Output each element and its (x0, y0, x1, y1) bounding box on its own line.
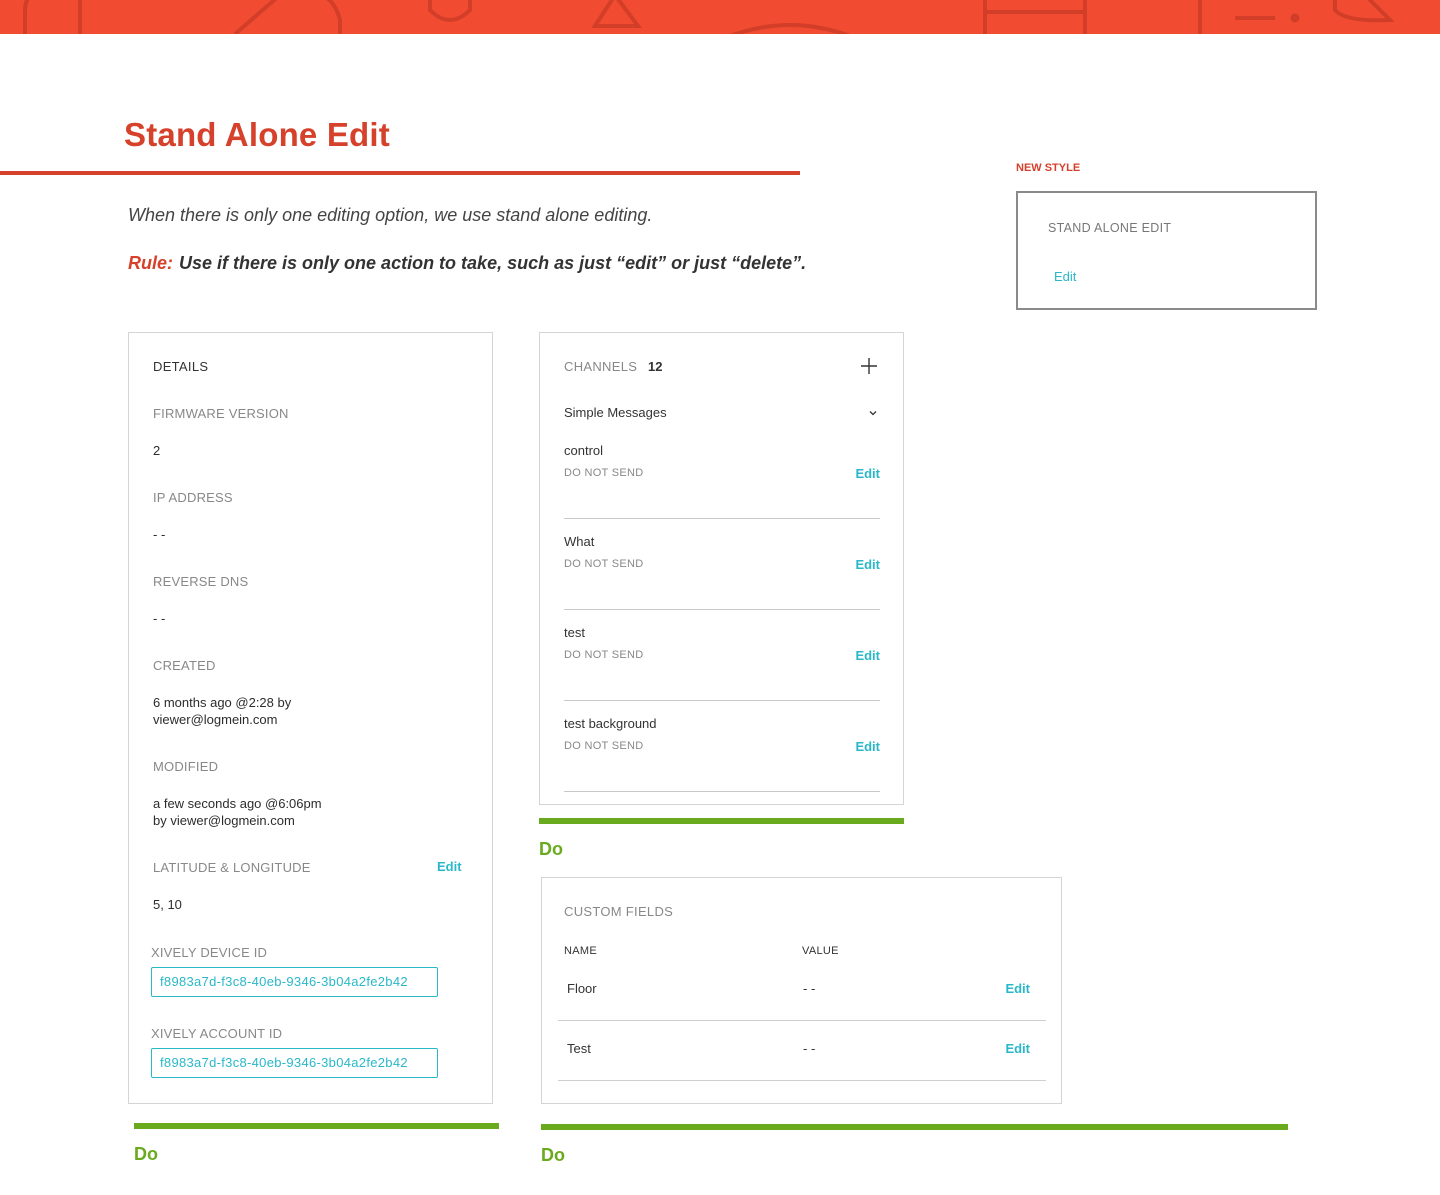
channel-edit-link[interactable]: Edit (855, 739, 880, 754)
channel-edit-link[interactable]: Edit (855, 557, 880, 572)
custom-field-value: - - (803, 1041, 816, 1056)
new-style-label: NEW STYLE (1016, 162, 1081, 174)
custom-field-value: - - (803, 981, 816, 996)
rule-label: Rule: (128, 253, 173, 273)
custom-field-edit-link[interactable]: Edit (1005, 981, 1030, 996)
account-id-field[interactable]: f8983a7d-f3c8-40eb-9346-3b04a2fe2b42 (151, 1048, 438, 1078)
header-banner (0, 0, 1440, 34)
channels-count: 12 (648, 359, 663, 374)
channel-edit-link[interactable]: Edit (855, 466, 880, 481)
title-underline (0, 171, 800, 175)
do-label-details: Do (134, 1144, 158, 1164)
created-label: CREATED (153, 658, 216, 673)
channel-row: test DO NOT SEND Edit (564, 625, 880, 701)
ip-address-value: - - (153, 527, 166, 542)
do-label-channels: Do (539, 839, 563, 859)
new-style-edit-link[interactable]: Edit (1054, 269, 1076, 284)
add-channel-plus-icon[interactable] (860, 357, 878, 375)
rule-description: Use if there is only one action to take,… (179, 253, 807, 273)
created-value-line2: viewer@logmein.com (153, 712, 278, 727)
channel-row: test background DO NOT SEND Edit (564, 716, 880, 792)
firmware-version-value: 2 (153, 443, 161, 458)
details-heading: DETAILS (153, 359, 209, 374)
channels-card: CHANNELS 12 Simple Messages control DO N… (539, 332, 904, 805)
custom-field-name: Test (567, 1041, 591, 1056)
custom-fields-heading: CUSTOM FIELDS (564, 904, 674, 919)
created-value-line1: 6 months ago @2:28 by (153, 695, 292, 710)
channel-row: control DO NOT SEND Edit (564, 443, 880, 519)
page-title: Stand Alone Edit (124, 116, 390, 153)
firmware-version-label: FIRMWARE VERSION (153, 406, 289, 421)
do-bar-details (134, 1123, 499, 1129)
new-style-heading: STAND ALONE EDIT (1048, 221, 1172, 235)
lat-long-edit-link[interactable]: Edit (437, 859, 462, 874)
do-bar-custom-fields (541, 1124, 1288, 1130)
device-id-label: XIVELY DEVICE ID (151, 945, 268, 960)
channel-name: test (564, 625, 585, 640)
channel-row: What DO NOT SEND Edit (564, 534, 880, 610)
banner-pattern-icon (23, 0, 1395, 34)
reverse-dns-value: - - (153, 611, 166, 626)
modified-label: MODIFIED (153, 759, 219, 774)
custom-fields-card: CUSTOM FIELDS NAME VALUE Floor - - Edit … (541, 877, 1062, 1104)
channel-status: DO NOT SEND (564, 649, 644, 661)
lat-long-value: 5, 10 (153, 897, 182, 912)
device-id-field[interactable]: f8983a7d-f3c8-40eb-9346-3b04a2fe2b42 (151, 967, 438, 997)
channel-status: DO NOT SEND (564, 467, 644, 479)
do-bar-channels (539, 818, 904, 824)
value-column-header: VALUE (802, 945, 839, 957)
modified-value-line1: a few seconds ago @6:06pm (153, 796, 322, 811)
custom-field-row: Floor - - Edit (558, 961, 1046, 1021)
name-column-header: NAME (564, 945, 597, 957)
details-card: DETAILS FIRMWARE VERSION 2 IP ADDRESS - … (128, 332, 493, 1104)
channel-name: control (564, 443, 604, 458)
do-label-custom-fields: Do (541, 1145, 565, 1165)
custom-field-edit-link[interactable]: Edit (1005, 1041, 1030, 1056)
reverse-dns-label: REVERSE DNS (153, 574, 249, 589)
channel-name: test background (564, 716, 657, 731)
rule-text: Rule: Use if there is only one action to … (128, 253, 806, 274)
intro-text: When there is only one editing option, w… (128, 205, 653, 225)
chevron-down-icon (869, 411, 877, 416)
channel-status: DO NOT SEND (564, 558, 644, 570)
account-id-label: XIVELY ACCOUNT ID (151, 1026, 283, 1041)
channel-edit-link[interactable]: Edit (855, 648, 880, 663)
custom-field-row: Test - - Edit (558, 1021, 1046, 1081)
channels-heading: CHANNELS (564, 359, 638, 374)
channel-name: What (564, 534, 595, 549)
channel-status: DO NOT SEND (564, 740, 644, 752)
lat-long-label: LATITUDE & LONGITUDE (153, 860, 311, 875)
new-style-example-card: STAND ALONE EDIT Edit (1016, 191, 1317, 310)
channel-type-value: Simple Messages (564, 405, 667, 420)
custom-field-name: Floor (567, 981, 597, 996)
modified-value-line2: by viewer@logmein.com (153, 813, 295, 828)
channel-type-dropdown[interactable]: Simple Messages (564, 405, 880, 423)
ip-address-label: IP ADDRESS (153, 490, 233, 505)
